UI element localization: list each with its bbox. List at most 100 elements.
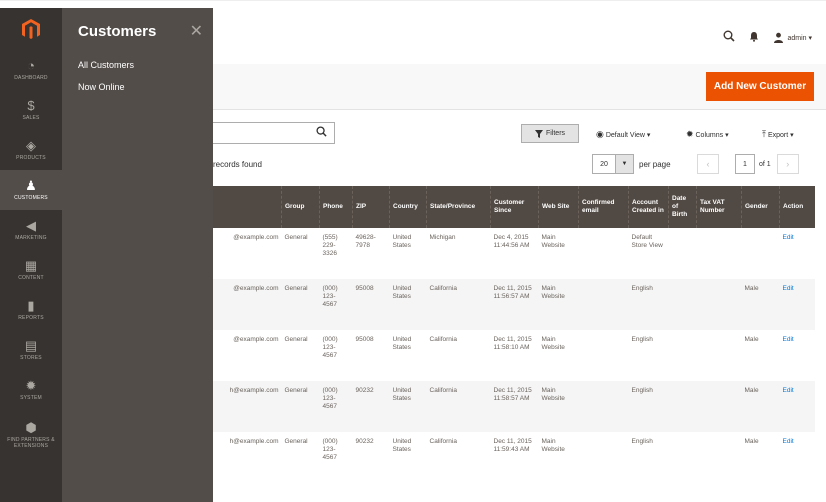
cell-customer-since: Dec 11, 2015 11:58:57 AM [490,381,539,432]
bell-icon[interactable] [749,31,759,45]
add-new-customer-button[interactable]: Add New Customer [706,72,814,101]
rail-item-system[interactable]: ✹ SYSTEM [0,370,62,410]
cell-account-created: English [628,381,669,432]
cell-dob [668,432,697,483]
caret-down-icon[interactable]: ▼ [616,154,634,174]
rail-item-stores[interactable]: ▤ STORES [0,330,62,370]
default-view-label: Default View ▾ [605,132,651,139]
admin-menu[interactable]: admin ▾ [773,32,812,43]
cell-confirmed-email [578,279,629,330]
cell-website: Main Website [538,432,579,483]
cell-country: United States [389,381,427,432]
cell-tax-vat [696,432,742,483]
page-header: admin ▾ [213,8,826,64]
column-header-action: Action [779,186,815,228]
cell-website: Main Website [538,381,579,432]
cell-website: Main Website [538,279,579,330]
column-header-customer-since[interactable]: Customer Since [490,186,539,228]
edit-link[interactable]: Edit [779,432,815,483]
edit-link[interactable]: Edit [779,381,815,432]
current-page-input[interactable]: 1 [735,154,755,174]
previous-page-button[interactable]: ‹ [697,154,719,174]
cell-account-created: Default Store View [628,228,669,279]
search-icon[interactable] [723,30,736,45]
column-header-state[interactable]: State/Province [426,186,491,228]
cell-confirmed-email [578,381,629,432]
rail-item-content[interactable]: ▦ CONTENT [0,250,62,290]
column-header-dob[interactable]: Date of Birth [668,186,697,228]
rail-item-sales[interactable]: $ SALES [0,90,62,130]
rail-item-marketing[interactable]: ◀ MARKETING [0,210,62,250]
page-total: of 1 [759,160,771,168]
cell-gender: Male [741,330,780,381]
column-header-confirmed-email[interactable]: Confirmed email [578,186,629,228]
magento-logo[interactable] [0,8,62,50]
box-icon: ◈ [26,138,36,153]
cell-website: Main Website [538,228,579,279]
cell-zip: 95008 [352,330,390,381]
column-header-account-created[interactable]: Account Created in [628,186,669,228]
rail-item-partners[interactable]: ⬢ FIND PARTNERS & EXTENSIONS [0,410,62,460]
export-dropdown[interactable]: ⤒ Export ▾ [762,129,794,140]
per-page-value[interactable]: 20 [592,154,616,174]
person-icon: ♟ [25,178,37,193]
rail-item-reports[interactable]: ▮ REPORTS [0,290,62,330]
filters-button[interactable]: Filters [521,124,579,143]
cell-confirmed-email [578,432,629,483]
pagination: ‹ 1 of 1 › [697,154,799,174]
cell-country: United States [389,279,427,330]
column-header-website[interactable]: Web Site [538,186,579,228]
edit-link[interactable]: Edit [779,228,815,279]
rail-item-products[interactable]: ◈ PRODUCTS [0,130,62,170]
columns-dropdown[interactable]: ✹ Columns ▾ [686,129,729,140]
flyout-item-all-customers[interactable]: All Customers [62,54,213,76]
cell-zip: 90232 [352,381,390,432]
column-header-country[interactable]: Country [389,186,427,228]
default-view-dropdown[interactable]: ◉ Default View ▾ [596,129,650,140]
eye-icon: ◉ [596,129,604,139]
filters-label: Filters [545,130,566,137]
cell-gender: Male [741,432,780,483]
cell-confirmed-email [578,330,629,381]
cell-tax-vat [696,279,742,330]
megaphone-icon: ◀ [26,218,36,233]
cell-customer-since: Dec 11, 2015 11:58:10 AM [490,330,539,381]
flyout-item-now-online[interactable]: Now Online [62,76,213,98]
funnel-icon [534,129,543,138]
cell-gender: Male [741,381,780,432]
export-icon: ⤒ [762,129,766,139]
search-icon[interactable] [316,126,327,140]
top-border [0,0,826,8]
cell-phone: (000) 123-4567 [319,279,353,330]
cell-state: California [426,279,491,330]
cell-group: General [281,330,320,381]
edit-link[interactable]: Edit [779,330,815,381]
column-header-gender[interactable]: Gender [741,186,780,228]
content-icon: ▦ [24,258,38,273]
cell-account-created: English [628,432,669,483]
store-icon: ▤ [24,338,38,353]
cell-customer-since: Dec 4, 2015 11:44:56 AM [490,228,539,279]
cell-tax-vat [696,228,742,279]
column-header-phone[interactable]: Phone [319,186,353,228]
column-header-tax-vat[interactable]: Tax VAT Number [696,186,742,228]
flyout-header: Customers ✕ [62,8,213,54]
records-found-count: records found [213,160,262,169]
dashboard-icon: ◔ [27,58,35,73]
cell-dob [668,279,697,330]
close-icon[interactable]: ✕ [190,21,203,41]
cell-phone: (000) 123-4567 [319,330,353,381]
edit-link[interactable]: Edit [779,279,815,330]
magento-logo-icon [22,18,40,39]
column-header-zip[interactable]: ZIP [352,186,390,228]
next-page-button[interactable]: › [776,154,799,174]
column-header-group[interactable]: Group [281,186,320,228]
cell-state: Michigan [426,228,491,279]
cell-account-created: English [628,279,669,330]
cell-country: United States [389,432,427,483]
cell-group: General [281,228,320,279]
rail-item-dashboard[interactable]: ◔ DASHBOARD [0,50,62,90]
admin-sidebar: ◔ DASHBOARD $ SALES ◈ PRODUCTS ♟ CUSTOME… [0,8,62,502]
rail-item-customers[interactable]: ♟ CUSTOMERS [0,170,62,210]
cell-website: Main Website [538,330,579,381]
